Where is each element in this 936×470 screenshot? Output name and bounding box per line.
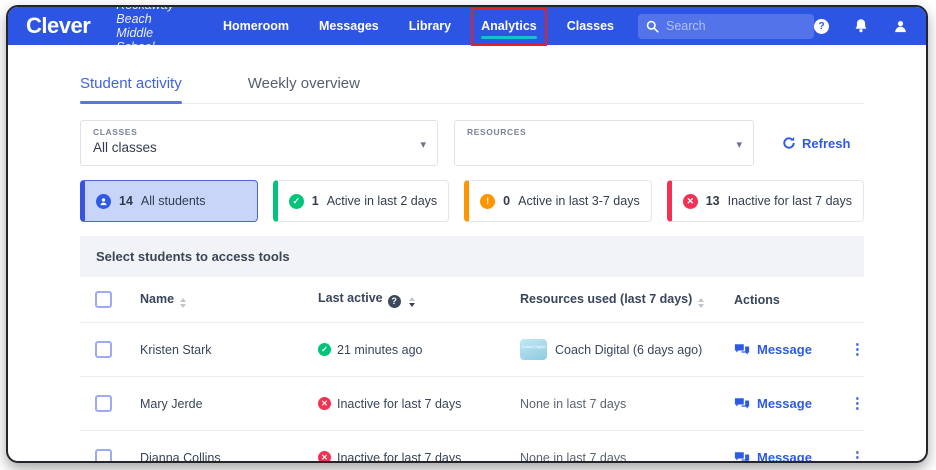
nav-item-analytics-label: Analytics: [481, 19, 537, 33]
app-window: Clever Rockaway Beach Middle School Home…: [6, 5, 928, 463]
card-label: Active in last 3-7 days: [518, 194, 640, 208]
nav-item-analytics[interactable]: Analytics: [471, 8, 547, 46]
more-options-kebab-icon[interactable]: ⋮: [850, 396, 865, 411]
student-name: Dianna Collins: [140, 450, 221, 463]
column-header-resources[interactable]: Resources used (last 7 days): [520, 292, 734, 308]
message-button[interactable]: Message: [734, 342, 812, 357]
account-user-icon[interactable]: [893, 19, 908, 34]
card-count: 0: [503, 194, 511, 208]
check-circle-icon: ✓: [288, 193, 304, 209]
warning-circle-icon: !: [480, 193, 496, 209]
resource-app-icon: Coach Digital: [520, 339, 547, 360]
card-label: All students: [140, 194, 206, 208]
nav-menu: Homeroom Messages Library Analytics Clas…: [223, 8, 614, 46]
help-icon[interactable]: ?: [814, 18, 829, 34]
chevron-down-icon: ▾: [420, 139, 426, 151]
x-circle-icon: ✕: [318, 451, 331, 461]
table-row: Kristen Stark ✓ 21 minutes ago Coach Dig…: [80, 323, 865, 377]
sort-desc-icon: [408, 297, 415, 308]
chat-bubbles-icon: [734, 397, 750, 409]
table-row: Mary Jerde ✕ Inactive for last 7 days No…: [80, 377, 865, 431]
classes-dropdown-label: CLASSES: [93, 127, 138, 137]
x-circle-icon: ✕: [682, 193, 698, 209]
card-count: 14: [119, 194, 133, 208]
nav-item-library[interactable]: Library: [409, 19, 451, 33]
column-header-last-active[interactable]: Last active?: [318, 291, 520, 308]
nav-item-classes[interactable]: Classes: [567, 19, 614, 33]
last-active-value: 21 minutes ago: [337, 342, 423, 357]
table-row: Dianna Collins ✕ Inactive for last 7 day…: [80, 431, 865, 463]
select-students-bar: Select students to access tools: [80, 236, 864, 277]
more-options-kebab-icon[interactable]: ⋮: [850, 342, 865, 357]
message-label: Message: [757, 450, 812, 463]
navbar-icons: ?: [814, 18, 908, 34]
row-checkbox[interactable]: [95, 449, 112, 461]
card-count: 13: [705, 194, 720, 208]
nav-item-homeroom[interactable]: Homeroom: [223, 19, 289, 33]
chat-bubbles-icon: [734, 343, 750, 355]
student-name: Mary Jerde: [140, 396, 203, 411]
classes-dropdown-value: All classes: [93, 140, 157, 155]
top-navbar: Clever Rockaway Beach Middle School Home…: [8, 7, 926, 54]
last-active-value: Inactive for last 7 days: [337, 450, 462, 463]
row-checkbox[interactable]: [95, 341, 112, 358]
select-all-checkbox[interactable]: [95, 291, 112, 308]
card-count: 1: [311, 194, 319, 208]
tab-weekly-overview[interactable]: Weekly overview: [248, 69, 360, 103]
school-name: Rockaway Beach Middle School: [116, 5, 174, 54]
column-header-actions: Actions: [734, 292, 780, 307]
card-inactive-7-days[interactable]: ✕ 13 Inactive for last 7 days: [666, 180, 864, 222]
card-label: Active in last 2 days: [326, 194, 438, 208]
classes-dropdown[interactable]: CLASSES All classes ▾: [80, 120, 438, 166]
student-name: Kristen Stark: [140, 342, 212, 357]
chat-bubbles-icon: [734, 451, 750, 461]
column-header-name[interactable]: Name: [140, 292, 318, 308]
analytics-tabs: Student activity Weekly overview: [80, 69, 864, 104]
nav-item-messages[interactable]: Messages: [319, 19, 379, 33]
help-tooltip-icon[interactable]: ?: [387, 294, 401, 308]
search-box[interactable]: [638, 13, 814, 39]
last-active-value: Inactive for last 7 days: [337, 396, 462, 411]
sort-icon: [180, 297, 187, 308]
check-circle-icon: ✓: [318, 343, 331, 356]
resources-used-value: Coach Digital (6 days ago): [555, 342, 703, 357]
table-header: Name Last active? Resources used (last 7…: [80, 277, 864, 323]
card-label: Inactive for last 7 days: [727, 194, 852, 208]
refresh-button[interactable]: Refresh: [782, 136, 850, 151]
search-input[interactable]: [666, 19, 806, 33]
refresh-icon: [783, 137, 795, 149]
more-options-kebab-icon[interactable]: ⋮: [850, 450, 865, 461]
search-icon: [646, 20, 659, 33]
card-active-2-days[interactable]: ✓ 1 Active in last 2 days: [272, 180, 450, 222]
message-button[interactable]: Message: [734, 450, 812, 463]
resources-dropdown-label: RESOURCES: [467, 127, 527, 137]
notifications-bell-icon[interactable]: [853, 18, 869, 34]
card-all-students[interactable]: 14 All students: [80, 180, 258, 222]
message-button[interactable]: Message: [734, 396, 812, 411]
x-circle-icon: ✕: [318, 397, 331, 410]
clever-logo[interactable]: Clever: [26, 13, 91, 39]
summary-cards: 14 All students ✓ 1 Active in last 2 day…: [80, 180, 864, 222]
resources-dropdown[interactable]: RESOURCES ▾: [454, 120, 754, 166]
tab-student-activity[interactable]: Student activity: [80, 69, 182, 104]
all-students-icon: [96, 193, 111, 209]
row-checkbox[interactable]: [95, 395, 112, 412]
sort-icon: [698, 297, 705, 308]
filters-row: CLASSES All classes ▾ RESOURCES ▾ Refres…: [80, 120, 864, 166]
card-active-3-7-days[interactable]: ! 0 Active in last 3-7 days: [464, 180, 652, 222]
chevron-down-icon: ▾: [736, 139, 742, 151]
refresh-label: Refresh: [802, 135, 851, 151]
resources-used-value: None in last 7 days: [520, 396, 627, 411]
message-label: Message: [757, 342, 812, 357]
message-label: Message: [757, 396, 812, 411]
resources-used-value: None in last 7 days: [520, 450, 627, 463]
